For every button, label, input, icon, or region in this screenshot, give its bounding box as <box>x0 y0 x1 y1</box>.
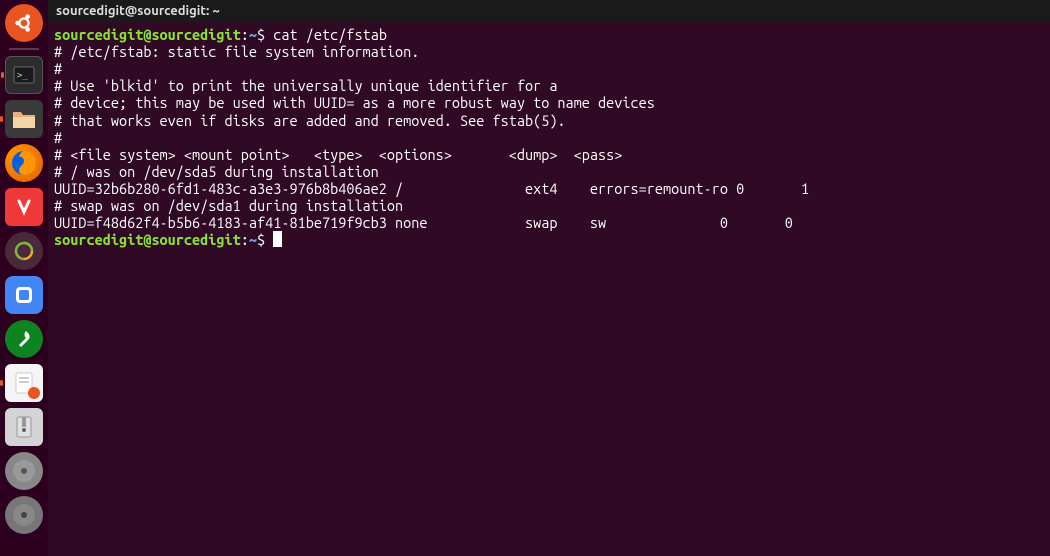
app-generic-icon <box>13 284 35 306</box>
app-icon[interactable] <box>5 276 43 314</box>
output-line: UUID=f48d62f4-b5b6-4183-af41-81be719f9cb… <box>54 214 793 231</box>
disk2-icon <box>10 501 38 529</box>
main-window: sourcedigit@sourcedigit: ~ sourcedigit@s… <box>48 0 1050 556</box>
files-app-icon[interactable] <box>5 100 43 138</box>
window-titlebar[interactable]: sourcedigit@sourcedigit: ~ <box>48 0 1050 22</box>
prompt-user: sourcedigit@sourcedigit <box>54 231 241 248</box>
vivaldi-app-icon[interactable] <box>5 188 43 226</box>
firefox-app-icon[interactable] <box>5 144 43 182</box>
folder-icon <box>11 108 37 130</box>
terminal-icon: >_ <box>12 65 36 85</box>
archive-app-icon[interactable] <box>5 408 43 446</box>
disk-icon <box>10 457 38 485</box>
firefox-icon <box>9 148 39 178</box>
output-line: # <file system> <mount point> <type> <op… <box>54 146 622 163</box>
prompt-path: ~ <box>249 231 257 248</box>
wrench-icon <box>11 326 37 352</box>
archive-icon <box>13 414 35 440</box>
disk2-app-icon[interactable] <box>5 496 43 534</box>
ubuntu-logo-icon <box>13 12 35 34</box>
settings-app-icon[interactable] <box>5 320 43 358</box>
terminal-body[interactable]: sourcedigit@sourcedigit:~$ cat /etc/fsta… <box>48 22 1050 556</box>
vivaldi-icon <box>12 195 36 219</box>
output-line: UUID=32b6b280-6fd1-483c-a3e3-976b8b406ae… <box>54 180 809 197</box>
terminal-cursor <box>273 231 282 247</box>
disk-app-icon[interactable] <box>5 452 43 490</box>
output-line: # <box>54 60 62 77</box>
prompt-user: sourcedigit@sourcedigit <box>54 26 241 43</box>
output-line: # that works even if disks are added and… <box>54 112 566 129</box>
prompt-dollar: $ <box>257 26 265 43</box>
prompt-path: ~ <box>249 26 257 43</box>
document-icon <box>11 370 37 396</box>
text-editor-app-icon[interactable] <box>5 364 43 402</box>
prompt-colon: : <box>241 26 249 43</box>
sync-app-icon[interactable] <box>5 232 43 270</box>
svg-text:>_: >_ <box>17 71 28 81</box>
output-line: # / was on /dev/sda5 during installation <box>54 163 379 180</box>
command-cat: cat /etc/fstab <box>265 26 387 43</box>
sync-icon <box>10 237 38 265</box>
divider <box>9 48 39 50</box>
dock: >_ <box>0 0 48 556</box>
window-title: sourcedigit@sourcedigit: ~ <box>56 4 220 18</box>
output-line: # swap was on /dev/sda1 during installat… <box>54 197 403 214</box>
output-line: # Use 'blkid' to print the universally u… <box>54 77 557 94</box>
command-empty <box>265 231 273 248</box>
prompt-colon: : <box>241 231 249 248</box>
output-line: # device; this may be used with UUID= as… <box>54 94 655 111</box>
prompt-dollar: $ <box>257 231 265 248</box>
ubuntu-dash-icon[interactable] <box>5 4 43 42</box>
output-line: # <box>54 129 62 146</box>
output-line: # /etc/fstab: static file system informa… <box>54 43 419 60</box>
terminal-app-icon[interactable]: >_ <box>5 56 43 94</box>
